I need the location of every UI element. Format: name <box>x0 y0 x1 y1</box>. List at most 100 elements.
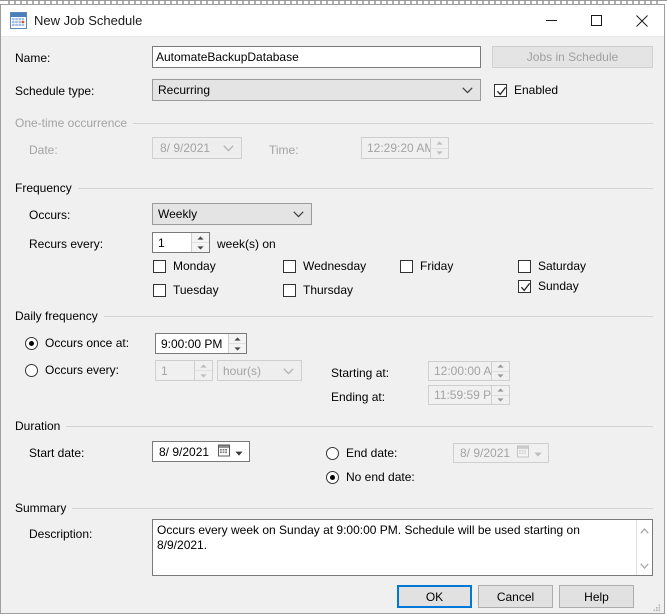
spinner-up-icon[interactable] <box>492 386 509 396</box>
checkbox-box <box>283 260 296 273</box>
occurs-once-at-time-input[interactable]: 9:00:00 PM <box>155 333 247 354</box>
end-date-label: End date: <box>346 446 397 460</box>
recurs-every-unit-label: week(s) on <box>217 237 276 251</box>
occurs-value: Weekly <box>158 207 197 221</box>
checkbox-box <box>153 260 166 273</box>
description-value: Occurs every week on Sunday at 9:00:00 P… <box>153 520 636 575</box>
day-label: Monday <box>173 259 216 273</box>
jobs-in-schedule-button[interactable]: Jobs in Schedule <box>492 46 653 68</box>
spinner-stepper[interactable] <box>191 233 209 252</box>
day-label: Friday <box>420 259 453 273</box>
enabled-label: Enabled <box>514 83 558 97</box>
spinner-up-icon[interactable] <box>195 361 212 371</box>
one-time-time-input[interactable]: 12:29:20 AM <box>361 137 449 159</box>
scroll-up-icon[interactable] <box>640 523 649 537</box>
day-checkbox-tuesday[interactable]: Tuesday <box>153 283 219 297</box>
one-time-occurrence-group-label: One-time occurrence <box>15 116 133 130</box>
ending-at-value: 11:59:59 PM <box>429 388 491 402</box>
day-label: Thursday <box>303 283 353 297</box>
chevron-down-icon <box>223 141 234 155</box>
ok-button[interactable]: OK <box>397 585 472 608</box>
chevron-down-icon <box>462 83 473 97</box>
help-button[interactable]: Help <box>559 585 634 608</box>
day-checkbox-friday[interactable]: Friday <box>400 259 453 273</box>
spinner-stepper[interactable] <box>491 362 509 380</box>
no-end-date-label: No end date: <box>346 470 415 484</box>
radio-occurs-once-at[interactable]: Occurs once at: <box>25 336 129 350</box>
spinner-down-icon[interactable] <box>195 371 212 380</box>
schedule-type-select[interactable]: Recurring <box>152 79 481 101</box>
checkbox-box <box>400 260 413 273</box>
spinner-up-icon[interactable] <box>431 138 448 149</box>
spinner-stepper[interactable] <box>228 334 246 353</box>
spinner-down-icon[interactable] <box>229 344 246 353</box>
day-label: Tuesday <box>173 283 219 297</box>
radio-end-date[interactable]: End date: <box>326 446 397 460</box>
starting-at-input[interactable]: 12:00:00 AM <box>428 361 510 381</box>
day-checkbox-wednesday[interactable]: Wednesday <box>283 259 366 273</box>
occurs-every-value-input[interactable]: 1 <box>155 360 213 381</box>
occurs-every-unit-select[interactable]: hour(s) <box>217 360 302 381</box>
chevron-down-icon <box>293 207 304 221</box>
recurs-every-input[interactable]: 1 <box>152 232 210 253</box>
checkbox-box <box>153 284 166 297</box>
radio-occurs-every[interactable]: Occurs every: <box>25 363 119 377</box>
radio-box <box>25 337 38 350</box>
radio-box <box>25 364 38 377</box>
one-time-occurrence-group: One-time occurrence <box>15 116 653 168</box>
spinner-down-icon[interactable] <box>192 243 209 252</box>
chevron-down-icon[interactable] <box>235 445 243 459</box>
end-date-value: 8/ 9/2021 <box>460 446 510 460</box>
schedule-type-label: Schedule type: <box>15 84 94 98</box>
radio-box <box>326 447 339 460</box>
start-date-input[interactable]: 8/ 9/2021 <box>152 441 250 462</box>
spinner-down-icon[interactable] <box>492 372 509 381</box>
spinner-up-icon[interactable] <box>492 362 509 372</box>
spinner-stepper[interactable] <box>491 386 509 404</box>
resize-grip[interactable] <box>651 601 661 611</box>
occurs-select[interactable]: Weekly <box>152 203 312 225</box>
description-textarea[interactable]: Occurs every week on Sunday at 9:00:00 P… <box>152 519 653 576</box>
description-scrollbar[interactable] <box>636 520 652 575</box>
spinner-up-icon[interactable] <box>192 233 209 243</box>
chevron-down-icon[interactable] <box>534 446 542 460</box>
new-job-schedule-dialog: New Job Schedule Name: AutomateBackupDat… <box>0 4 665 614</box>
spinner-down-icon[interactable] <box>492 396 509 405</box>
occurs-every-label: Occurs every: <box>45 363 119 377</box>
occurs-every-unit-value: hour(s) <box>223 364 261 378</box>
spinner-up-icon[interactable] <box>229 334 246 344</box>
day-checkbox-saturday[interactable]: Saturday <box>518 259 586 273</box>
daily-frequency-group-label: Daily frequency <box>15 309 104 323</box>
spinner-stepper[interactable] <box>194 361 212 380</box>
chevron-down-icon <box>283 364 294 378</box>
cancel-button[interactable]: Cancel <box>478 585 553 608</box>
radio-dot <box>330 475 335 480</box>
name-input[interactable]: AutomateBackupDatabase <box>152 46 481 68</box>
group-divider-line <box>15 426 653 427</box>
enabled-checkbox[interactable]: Enabled <box>494 83 558 97</box>
day-label: Sunday <box>538 279 579 293</box>
scroll-down-icon[interactable] <box>640 558 649 572</box>
window-title: New Job Schedule <box>34 13 142 28</box>
day-checkbox-thursday[interactable]: Thursday <box>283 283 353 297</box>
start-date-label: Start date: <box>29 446 84 460</box>
summary-group-label: Summary <box>15 501 72 515</box>
one-time-date-input[interactable]: 8/ 9/2021 <box>152 137 242 159</box>
one-time-time-label: Time: <box>269 143 299 157</box>
name-label: Name: <box>15 51 50 65</box>
maximize-button[interactable] <box>574 5 619 36</box>
starting-at-value: 12:00:00 AM <box>429 364 491 378</box>
radio-no-end-date[interactable]: No end date: <box>326 470 415 484</box>
minimize-button[interactable] <box>529 5 574 36</box>
day-label: Saturday <box>538 259 586 273</box>
title-bar[interactable]: New Job Schedule <box>1 5 664 37</box>
day-checkbox-monday[interactable]: Monday <box>153 259 216 273</box>
occurs-label: Occurs: <box>29 208 70 222</box>
end-date-input[interactable]: 8/ 9/2021 <box>453 443 549 463</box>
ending-at-input[interactable]: 11:59:59 PM <box>428 385 510 405</box>
spinner-stepper[interactable] <box>430 138 448 158</box>
spinner-down-icon[interactable] <box>431 149 448 159</box>
close-button[interactable] <box>619 5 664 36</box>
radio-box <box>326 471 339 484</box>
day-checkbox-sunday[interactable]: Sunday <box>518 279 579 293</box>
